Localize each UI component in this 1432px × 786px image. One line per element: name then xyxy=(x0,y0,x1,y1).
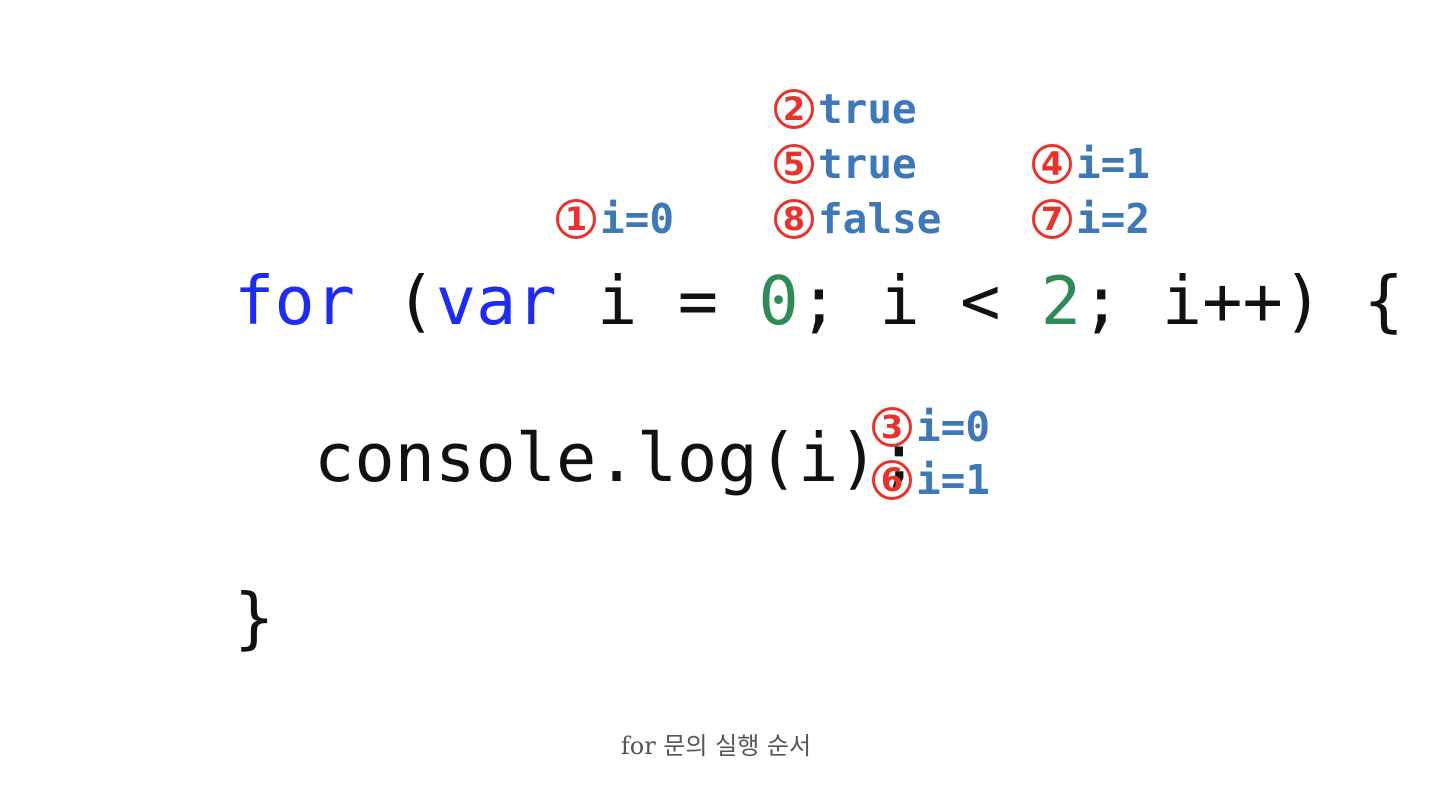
step-value: i=2 xyxy=(1076,194,1151,243)
code-increment: ; i++) { xyxy=(1081,262,1404,340)
step-annotation-7: 7 i=2 xyxy=(1032,196,1150,242)
step-annotation-3: 3 i=0 xyxy=(872,404,990,450)
step-annotation-1: 1 i=0 xyxy=(556,196,674,242)
step-value: true xyxy=(818,84,917,133)
step-number-badge: 3 xyxy=(872,407,912,447)
step-annotation-8: 8 false xyxy=(774,196,941,242)
keyword-var: var xyxy=(435,262,557,340)
step-annotation-6: 6 i=1 xyxy=(872,457,990,503)
step-number-badge: 8 xyxy=(774,199,814,239)
code-line-for-header: for (var i = 0; i < 2; i++) { xyxy=(234,268,1404,335)
code-condition: ; i < xyxy=(798,262,1041,340)
init-value: 0 xyxy=(758,262,799,340)
step-annotation-5: 5 true xyxy=(774,141,917,187)
step-number-badge: 2 xyxy=(774,89,814,129)
step-annotation-4: 4 i=1 xyxy=(1032,141,1150,187)
step-number-badge: 1 xyxy=(556,199,596,239)
step-number-badge: 5 xyxy=(774,144,814,184)
step-annotation-2: 2 true xyxy=(774,86,917,132)
figure-caption: for 문의 실행 순서 xyxy=(620,732,812,760)
limit-value: 2 xyxy=(1040,262,1082,340)
step-value: false xyxy=(818,194,942,243)
step-value: i=1 xyxy=(1076,139,1151,188)
code-line-closing-brace: } xyxy=(234,579,275,657)
step-value: i=0 xyxy=(916,402,991,451)
step-number-badge: 7 xyxy=(1032,199,1072,239)
step-number-badge: 4 xyxy=(1032,144,1072,184)
step-value: true xyxy=(818,139,917,188)
code-paren-open: ( xyxy=(355,262,436,340)
code-line-body: console.log(i); xyxy=(314,419,920,497)
step-value: i=1 xyxy=(916,455,991,504)
keyword-for: for xyxy=(234,262,356,340)
code-declaration: i = xyxy=(556,262,759,340)
step-number-badge: 6 xyxy=(872,460,912,500)
step-value: i=0 xyxy=(600,194,675,243)
